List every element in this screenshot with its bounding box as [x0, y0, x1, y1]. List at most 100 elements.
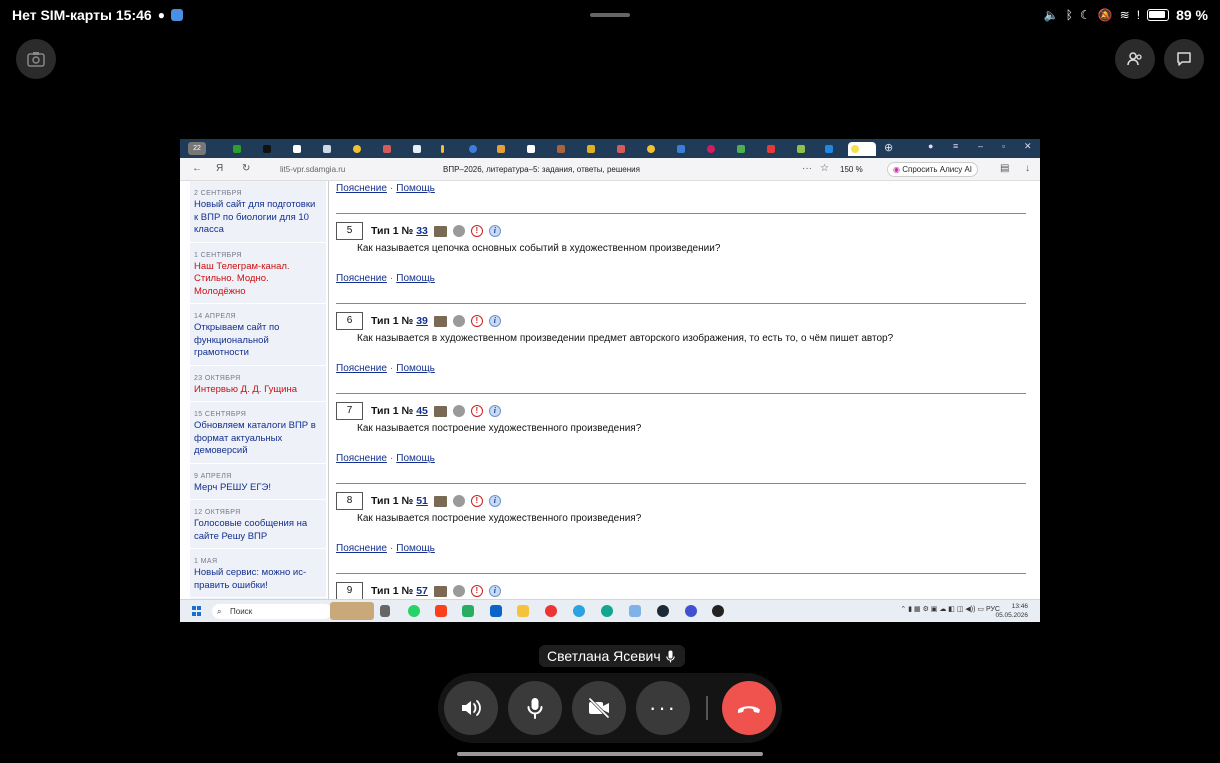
menu-icon[interactable]: ≡ [953, 141, 958, 151]
news-item[interactable]: 1 МАЯ Новый сервис: можно ис-править ошиб… [190, 549, 326, 598]
browser-tab-active[interactable] [848, 142, 876, 156]
browser-tab[interactable] [674, 142, 699, 156]
whatsapp-icon[interactable] [408, 605, 420, 617]
app-icon[interactable] [685, 605, 697, 617]
yandex-browser-icon[interactable] [435, 605, 447, 617]
browser-tab[interactable] [290, 142, 315, 156]
news-title[interactable]: Мерч РЕШУ ЕГЭ! [194, 482, 322, 495]
browser-tab[interactable] [822, 142, 847, 156]
explanation-link[interactable]: Пояснение [336, 453, 387, 464]
browser-tab[interactable] [350, 142, 375, 156]
task-id-link[interactable]: 39 [416, 315, 428, 327]
report-error-icon[interactable]: ! [470, 225, 483, 237]
news-title[interactable]: Новый сервис: можно ис-править ошибки! [194, 567, 322, 592]
status-circle-icon[interactable] [452, 495, 465, 507]
app-icon[interactable] [657, 605, 669, 617]
explanation-link[interactable]: Пояснение [336, 273, 387, 284]
info-icon[interactable]: i [488, 225, 501, 237]
video-icon[interactable] [433, 495, 447, 507]
home-indicator[interactable] [457, 752, 763, 756]
telegram-icon[interactable] [573, 605, 585, 617]
task-id-link[interactable]: 51 [416, 495, 428, 507]
widget-thumbnail[interactable] [330, 602, 374, 620]
new-tab-icon[interactable]: ⊕ [884, 141, 893, 154]
news-title[interactable]: Новый сайт для подготовки к ВПР по биоло… [194, 199, 322, 237]
reload-icon[interactable]: ↻ [242, 163, 250, 174]
screenshot-button[interactable] [16, 39, 56, 79]
browser-tab[interactable] [410, 142, 435, 156]
news-item[interactable]: 15 СЕНТЯБРЯ Обновляем каталоги ВПР в форм… [190, 402, 326, 464]
browser-tab[interactable] [524, 142, 549, 156]
taskbar-clock[interactable]: 13:46 05.05.2026 [995, 602, 1028, 620]
status-circle-icon[interactable] [452, 315, 465, 327]
info-icon[interactable]: i [488, 405, 501, 417]
edge-icon[interactable] [601, 605, 613, 617]
camera-toggle-button[interactable] [572, 681, 626, 735]
minimize-icon[interactable]: – [978, 141, 983, 151]
store-icon[interactable] [629, 605, 641, 617]
browser-tab[interactable] [260, 142, 285, 156]
report-error-icon[interactable]: ! [470, 405, 483, 417]
sidebar-icon[interactable]: ▤ [1000, 163, 1009, 174]
video-icon[interactable] [433, 585, 447, 597]
taskbar-search[interactable]: ⌕ Поиск [212, 604, 332, 619]
yandex-icon[interactable]: Я [216, 163, 223, 174]
task-view-icon[interactable] [380, 605, 390, 617]
profile-icon[interactable]: ● [928, 141, 933, 151]
folder-icon[interactable] [517, 605, 529, 617]
task-id-link[interactable]: 45 [416, 405, 428, 417]
app-icon[interactable] [712, 605, 724, 617]
video-icon[interactable] [433, 315, 447, 327]
browser-tab[interactable] [438, 142, 463, 156]
news-item[interactable]: 23 ОКТЯБРЯ Интервью Д. Д. Гущина [190, 366, 326, 402]
browser-tab[interactable] [494, 142, 519, 156]
info-icon[interactable]: i [488, 495, 501, 507]
back-icon[interactable]: ← [192, 163, 202, 174]
browser-tab[interactable] [614, 142, 639, 156]
shield-icon[interactable] [462, 605, 474, 617]
task-id-link[interactable]: 33 [416, 225, 428, 237]
zoom-level[interactable]: 150 % [840, 165, 863, 174]
chat-button[interactable] [1164, 39, 1204, 79]
news-item[interactable]: 2 СЕНТЯБРЯ Новый сайт для подготовки к ВП… [190, 181, 326, 243]
report-error-icon[interactable]: ! [470, 315, 483, 327]
video-icon[interactable] [433, 225, 447, 237]
browser-tab[interactable] [320, 142, 345, 156]
download-icon[interactable]: ↓ [1025, 163, 1030, 174]
system-tray[interactable]: ⌃ ▮ ▦ ⚙ ▣ ☁ ◧ ◫ ◀)) ▭ РУС [900, 605, 1000, 613]
top-handle[interactable] [590, 13, 630, 17]
news-title[interactable]: Интервью Д. Д. Гущина [194, 384, 322, 397]
news-title[interactable]: Голосовые сообщения на сайте Решу ВПР [194, 518, 322, 543]
yandex-icon[interactable] [545, 605, 557, 617]
close-icon[interactable]: ✕ [1024, 141, 1032, 152]
tab-count[interactable]: 22 [188, 142, 206, 155]
help-link[interactable]: Помощь [396, 273, 435, 284]
task-id-link[interactable]: 57 [416, 585, 428, 597]
browser-tab[interactable] [584, 142, 609, 156]
help-link[interactable]: Помощь [396, 453, 435, 464]
info-icon[interactable]: i [488, 315, 501, 327]
status-circle-icon[interactable] [452, 225, 465, 237]
help-link[interactable]: Помощь [396, 363, 435, 374]
report-error-icon[interactable]: ! [470, 495, 483, 507]
more-options-button[interactable]: ··· [636, 681, 690, 735]
news-item[interactable]: 14 АПРЕЛЯ Открываем сайт по функционально… [190, 304, 326, 366]
info-icon[interactable]: i [488, 585, 501, 597]
news-title[interactable]: Обновляем каталоги ВПР в формат актуальн… [194, 420, 322, 458]
news-item[interactable]: 1 СЕНТЯБРЯ Наш Телеграм-канал. Стильно. М… [190, 243, 326, 304]
browser-tab[interactable] [380, 142, 405, 156]
browser-tab[interactable] [704, 142, 729, 156]
end-call-button[interactable] [722, 681, 776, 735]
browser-tab[interactable] [554, 142, 579, 156]
browser-tab[interactable] [764, 142, 789, 156]
speaker-button[interactable] [444, 681, 498, 735]
ask-alice-button[interactable]: ◉ Спросить Алису AI [887, 162, 979, 177]
help-link[interactable]: Помощь [396, 543, 435, 554]
windows-start-icon[interactable] [192, 606, 202, 616]
browser-tab[interactable] [230, 142, 255, 156]
news-title[interactable]: Открываем сайт по функциональной грамотн… [194, 322, 322, 360]
bookmark-icon[interactable]: ☆ [820, 163, 829, 174]
status-circle-icon[interactable] [452, 585, 465, 597]
explanation-link[interactable]: Пояснение [336, 363, 387, 374]
news-item[interactable]: 12 ОКТЯБРЯ Голосовые сообщения на сайте Р… [190, 500, 326, 549]
